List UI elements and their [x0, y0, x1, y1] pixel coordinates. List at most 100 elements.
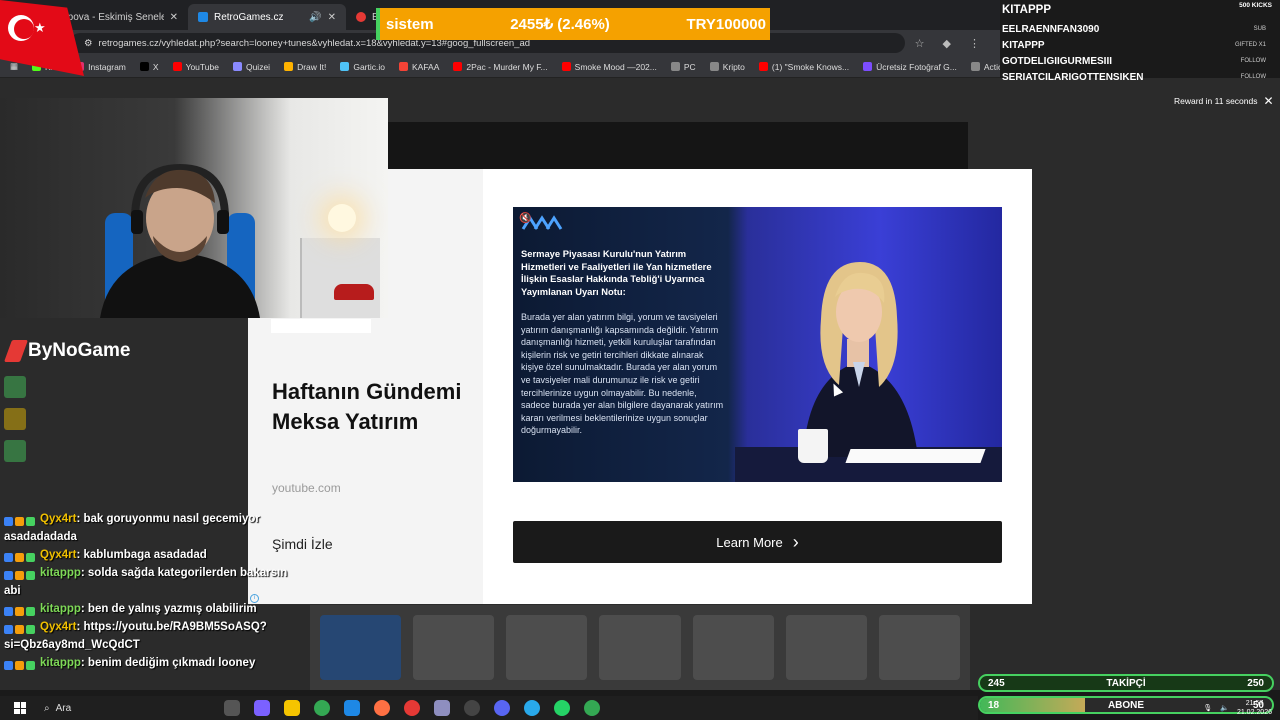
mic-icon[interactable]: 🎙 — [1203, 704, 1212, 712]
tab-title: Aspova - Eskimiş Senelere (Offi — [56, 11, 164, 23]
social-icon — [4, 408, 26, 430]
follower-current: 245 — [988, 677, 1005, 689]
chat-message: Qyx4rt: kablumbaga asadadad — [0, 546, 300, 564]
mail-icon[interactable] — [344, 700, 360, 716]
taskbar-apps — [224, 700, 600, 716]
video-warning-title: Sermaye Piyasası Kurulu'nun Yatırım Hizm… — [521, 248, 712, 297]
copilot-icon[interactable] — [254, 700, 270, 716]
chat-badges-icon — [4, 658, 40, 670]
bookmark-x[interactable]: X — [139, 62, 159, 72]
mute-icon[interactable]: 🔇 — [519, 213, 531, 224]
task-view-icon[interactable] — [224, 700, 240, 716]
whatsapp-icon[interactable] — [554, 700, 570, 716]
chat-username[interactable]: Qyx4rt — [40, 513, 76, 525]
search-icon: ⌕ — [44, 702, 50, 714]
tab-retrogames[interactable]: RetroGames.cz 🔊 ✕ — [188, 4, 346, 30]
bookmark-youtube[interactable]: YouTube — [172, 62, 219, 72]
presenter-figure — [803, 262, 918, 457]
social-icon — [4, 376, 26, 398]
event-name: GOTDELIGIIGURMESIII — [1002, 56, 1113, 67]
file-explorer-icon[interactable] — [284, 700, 300, 716]
volume-icon[interactable]: 🔈 — [1220, 704, 1229, 712]
bookmark-folder-pc[interactable]: PC — [670, 62, 696, 72]
chat-text: : benim dediğim çıkmadı looney — [80, 657, 256, 669]
site-info-icon[interactable]: ⚙ — [84, 38, 93, 49]
follower-goal: 250 — [1247, 677, 1264, 689]
learn-more-button[interactable]: Learn More › — [513, 521, 1002, 563]
bynogame-icon — [3, 340, 29, 362]
bookmark-folder-kripto[interactable]: Kripto — [709, 62, 745, 72]
papers — [845, 449, 986, 463]
kicks-count: 500 KICKS — [1239, 2, 1272, 9]
discord-icon[interactable] — [494, 700, 510, 716]
ad-video[interactable]: 🔇 Sermaye Piyasası Kurulu'nun Yatırım Hi… — [513, 207, 1002, 482]
bynogame-logo: ByNoGame — [3, 340, 131, 362]
ad-domain: youtube.com — [272, 481, 341, 495]
close-tab-icon[interactable]: ✕ — [328, 12, 336, 23]
chat-badges-icon — [4, 514, 40, 526]
ad-headline[interactable]: Haftanın Gündemi Meksa Yatırım — [272, 377, 472, 437]
chat-badges-icon — [4, 622, 40, 634]
chrome-active-icon[interactable] — [584, 700, 600, 716]
close-tab-icon[interactable]: ✕ — [170, 12, 178, 23]
learn-more-label: Learn More — [716, 534, 783, 550]
ticker-target: TRY100000 — [686, 15, 766, 33]
obs-icon[interactable] — [464, 700, 480, 716]
tab-title: RetroGames.cz — [214, 11, 284, 23]
bookmark-smoke-mood[interactable]: Smoke Mood —202... — [561, 62, 657, 72]
video-warning-body: Burada yer alan yatırım bilgi, yorum ve … — [521, 312, 724, 436]
chat-username[interactable]: kitappp — [40, 657, 81, 669]
donation-ticker: sistem 2455₺ (2.46%) TRY100000 — [376, 8, 770, 40]
bookmark-drawit[interactable]: Draw It! — [284, 62, 326, 72]
windows-taskbar: ⌕ Ara — [0, 696, 978, 720]
windows-start-icon[interactable] — [10, 698, 30, 718]
chat-username[interactable]: Qyx4rt — [40, 621, 76, 633]
time: 21:57 — [1245, 700, 1264, 707]
app-icon[interactable] — [434, 700, 450, 716]
bynogame-text: ByNoGame — [28, 340, 131, 361]
clock[interactable]: 21:57 21.02.2026 — [1237, 699, 1272, 717]
bookmark-smoke-knows[interactable]: (1) "Smoke Knows... — [758, 62, 849, 72]
event-action: GIFTED X1 — [1234, 42, 1266, 48]
social-icon — [4, 440, 26, 462]
youtube-favicon-icon — [356, 12, 366, 22]
event-name: KITAPPP — [1002, 40, 1045, 51]
speaker-icon[interactable]: 🔊 — [309, 12, 321, 23]
bookmark-2pac[interactable]: 2Pac - Murder My F... — [453, 62, 548, 72]
chat-message: kitappp: benim dediğim çıkmadı looney — [0, 654, 300, 672]
chat-text: : kablumbaga asadadad — [76, 549, 207, 561]
lamp — [328, 204, 356, 232]
chat-badges-icon — [4, 550, 40, 562]
chat-username[interactable]: Qyx4rt — [40, 549, 76, 561]
opera-icon[interactable] — [404, 700, 420, 716]
menu-icon[interactable]: ⋮ — [969, 37, 980, 50]
bookmark-action-games[interactable]: Action games | Retr... — [970, 62, 1000, 72]
bookmark-star-icon[interactable]: ☆ — [915, 37, 925, 50]
bookmark-kafaa[interactable]: KAFAA — [399, 62, 439, 72]
top-user: KITAPPP — [1002, 4, 1051, 16]
telegram-icon[interactable] — [524, 700, 540, 716]
date: 21.02.2026 — [1236, 709, 1272, 716]
bookmark-instagram[interactable]: Instagram — [75, 62, 126, 72]
event-name: EELRAENNFAN3090 — [1002, 24, 1100, 35]
event-name: SERIATCILARIGOTTENSIKEN — [1002, 72, 1144, 83]
bookmark-quizei[interactable]: Quizei — [232, 62, 270, 72]
taskbar-search[interactable]: ⌕ Ara — [44, 703, 204, 714]
chat-badges-icon — [4, 604, 40, 616]
firefox-icon[interactable] — [374, 700, 390, 716]
toy-car — [334, 284, 374, 300]
chat-username[interactable]: kitappp — [40, 567, 81, 579]
chrome-icon[interactable] — [314, 700, 330, 716]
bookmark-free-photo[interactable]: Ücretsiz Fotoğraf G... — [863, 62, 957, 72]
ticker-value: 2455₺ (2.46%) — [510, 16, 610, 33]
coffee-cup — [798, 429, 828, 463]
extension-icon[interactable]: ◆ — [943, 37, 951, 50]
stream-chat: Qyx4rt: bak goruyonmu nasıl gecemiyor as… — [0, 510, 300, 672]
close-icon[interactable]: ✕ — [1263, 94, 1273, 108]
apps-grid-icon[interactable]: ▦ — [10, 61, 18, 72]
ticker-label: sistem — [386, 15, 434, 33]
bookmark-gartic[interactable]: Gartic.io — [340, 62, 385, 72]
blurred-game-thumbnails — [310, 605, 970, 690]
event-action: FOLLOW — [1240, 58, 1266, 64]
chat-username[interactable]: kitappp — [40, 603, 81, 615]
